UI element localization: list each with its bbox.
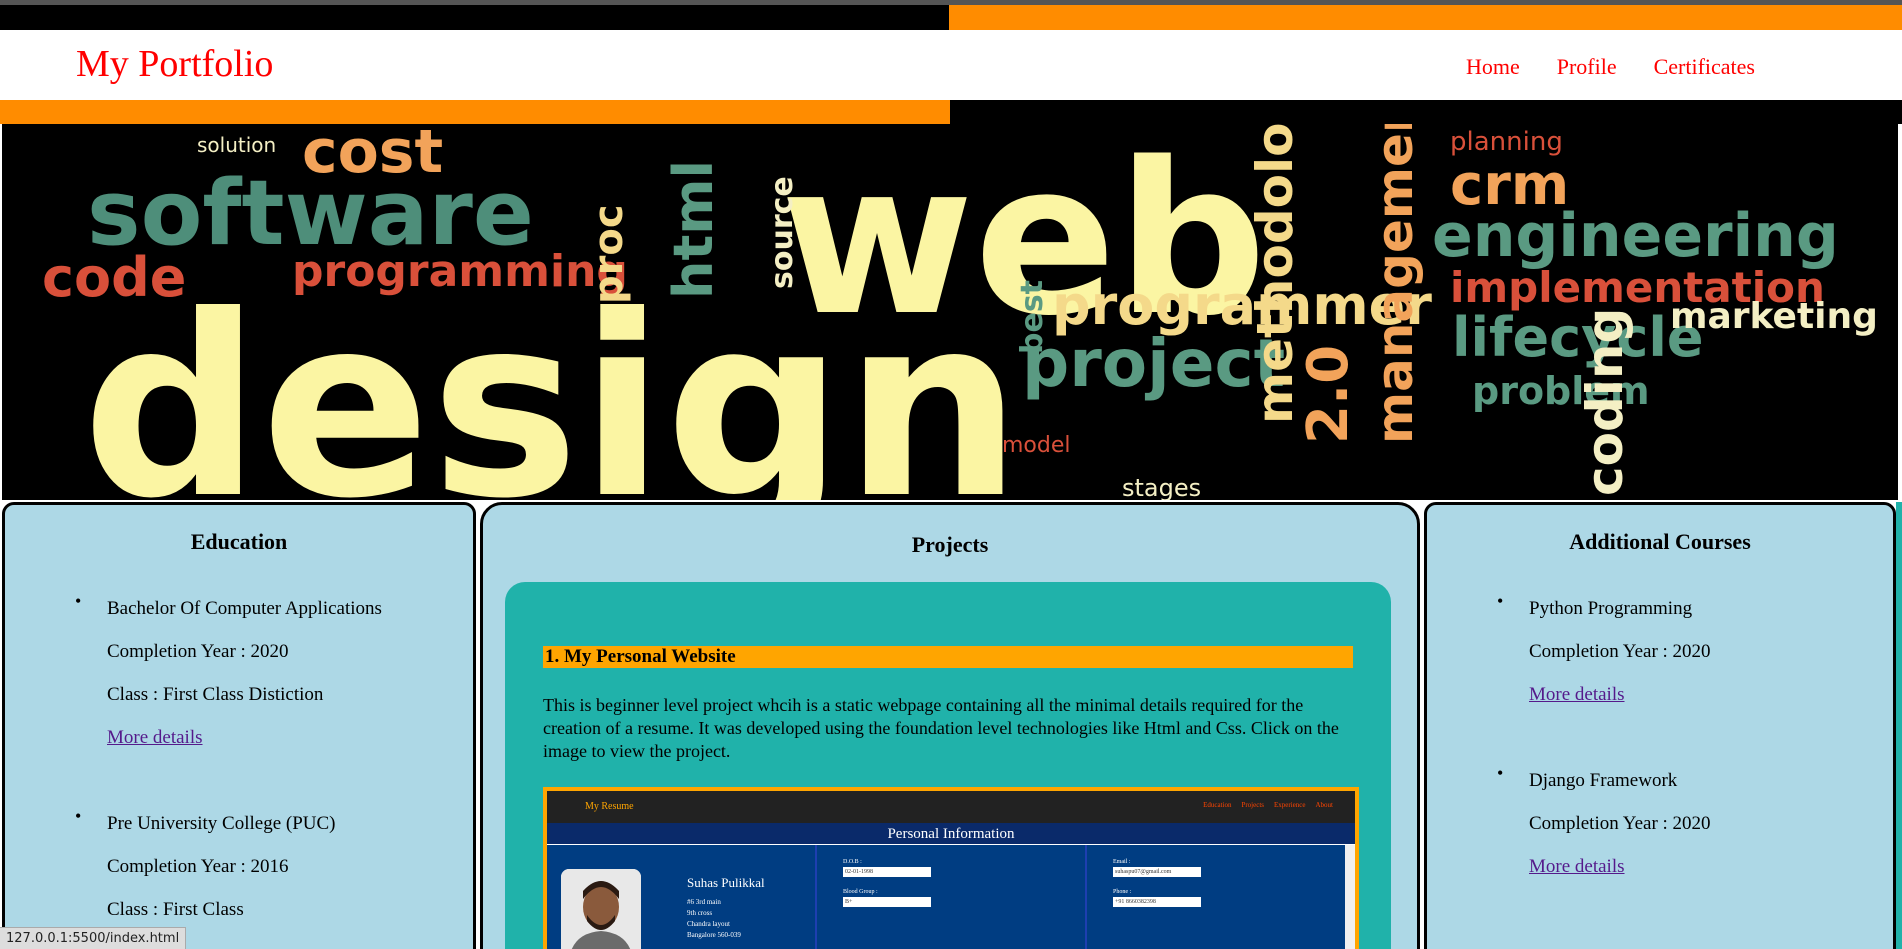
education-class: Class : First Class [107, 899, 244, 920]
education-year: Completion Year : 2020 [107, 641, 289, 662]
word-source: source [765, 176, 800, 289]
nav-link-profile[interactable]: Profile [1557, 54, 1617, 80]
education-more-details-link[interactable]: More details [107, 727, 203, 748]
word-cost: cost [302, 124, 443, 187]
preview-link: Experience [1274, 801, 1306, 809]
preview-navbar: My Resume Education Projects Experience … [547, 791, 1355, 823]
preview-body: Suhas Pulikkal #6 3rd main 9th cross Cha… [547, 845, 1355, 949]
preview-address: #6 3rd main 9th cross Chandra layout Ban… [687, 898, 741, 939]
preview-link: Education [1203, 801, 1232, 809]
course-item: • Python Programming Completion Year : 2… [1497, 587, 1893, 716]
education-year: Completion Year : 2016 [107, 856, 289, 877]
word-html: html [662, 160, 725, 299]
education-title: Bachelor Of Computer Applications [107, 598, 382, 619]
page: My Portfolio Home Profile Certificates w… [0, 0, 1902, 949]
education-item: • Bachelor Of Computer Applications Comp… [75, 587, 473, 759]
projects-heading: Projects [911, 532, 989, 557]
right-edge-accent [1896, 502, 1902, 949]
top-stripe-orange [949, 0, 1902, 30]
preview-link: About [1315, 801, 1334, 809]
word-model: model [1002, 433, 1071, 458]
word-design: design [82, 262, 1022, 500]
preview-fields-col-1: D.O.B : 02-01-1998 Blood Group : B+ [817, 845, 1087, 949]
preview-scrollbar [1345, 845, 1355, 949]
education-heading: Education [190, 529, 288, 554]
preview-link: Projects [1241, 801, 1265, 809]
education-class: Class : First Class Distiction [107, 684, 324, 705]
word-2-0: 2.0 [1296, 345, 1361, 444]
word-code: code [42, 246, 186, 309]
bullet-icon: • [1497, 763, 1504, 783]
word-planning: planning [1450, 127, 1563, 157]
preview-brand: My Resume [585, 801, 634, 812]
bullet-icon: • [75, 591, 82, 611]
under-stripe-orange [0, 100, 950, 124]
bullet-icon: • [1497, 591, 1504, 611]
avatar [561, 869, 641, 949]
nav-link-home[interactable]: Home [1466, 54, 1520, 80]
preview-name: Suhas Pulikkal [687, 875, 765, 890]
course-more-details-link[interactable]: More details [1529, 856, 1625, 877]
course-year: Completion Year : 2020 [1529, 641, 1711, 662]
nav-links: Home Profile Certificates [1466, 54, 1755, 80]
preview-nav-links: Education Projects Experience About [1203, 801, 1333, 809]
education-item: • Pre University College (PUC) Completio… [75, 802, 473, 931]
courses-panel: Additional Courses • Python Programming … [1424, 502, 1896, 949]
svg-text:solution: solution [197, 133, 276, 157]
preview-fields-col-2: Email : suhaspu07@gmail.com Phone : +91 … [1087, 845, 1355, 949]
top-stripe-black [0, 0, 949, 30]
course-year: Completion Year : 2020 [1529, 813, 1711, 834]
navbar: My Portfolio Home Profile Certificates [0, 30, 1902, 100]
course-title: Django Framework [1529, 770, 1678, 791]
course-item: • Django Framework Completion Year : 202… [1497, 759, 1893, 888]
under-stripe-black [950, 100, 1902, 124]
course-title: Python Programming [1529, 598, 1693, 619]
word-crm: crm [1450, 153, 1569, 218]
word-programming: programming [292, 246, 628, 297]
preview-profile-col: Suhas Pulikkal #6 3rd main 9th cross Cha… [547, 845, 817, 949]
courses-heading: Additional Courses [1569, 529, 1751, 554]
browser-status-bar: 127.0.0.1:5500/index.html [0, 927, 187, 949]
bullet-icon: • [75, 806, 82, 826]
word-methodology: methodology [1246, 124, 1304, 424]
word-marketing: marketing [1670, 296, 1878, 337]
word-cloud-graphic: web design software cost programming cod… [2, 124, 1898, 500]
education-panel: Education • Bachelor Of Computer Applica… [2, 502, 476, 949]
word-proc: proc [586, 204, 632, 304]
word-best: best [1015, 280, 1050, 354]
word-management: management [1366, 124, 1424, 444]
project-description: This is beginner level project whcih is … [543, 695, 1339, 761]
courses-list: • Python Programming Completion Year : 2… [1427, 587, 1893, 888]
project-title: 1. My Personal Website [543, 646, 1353, 668]
preview-heading: Personal Information [547, 823, 1355, 845]
education-title: Pre University College (PUC) [107, 813, 336, 834]
course-more-details-link[interactable]: More details [1529, 684, 1625, 705]
education-list: • Bachelor Of Computer Applications Comp… [5, 587, 473, 931]
projects-panel: Projects 1. My Personal Website This is … [480, 502, 1420, 949]
site-brand[interactable]: My Portfolio [76, 42, 273, 86]
nav-link-certificates[interactable]: Certificates [1654, 54, 1755, 80]
project-card: 1. My Personal Website This is beginner … [505, 582, 1391, 949]
project-preview-image[interactable]: My Resume Education Projects Experience … [543, 787, 1359, 949]
word-stages: stages [1122, 474, 1201, 500]
word-coding: coding [1576, 308, 1634, 496]
hero-banner-image: web design software cost programming cod… [2, 124, 1898, 500]
